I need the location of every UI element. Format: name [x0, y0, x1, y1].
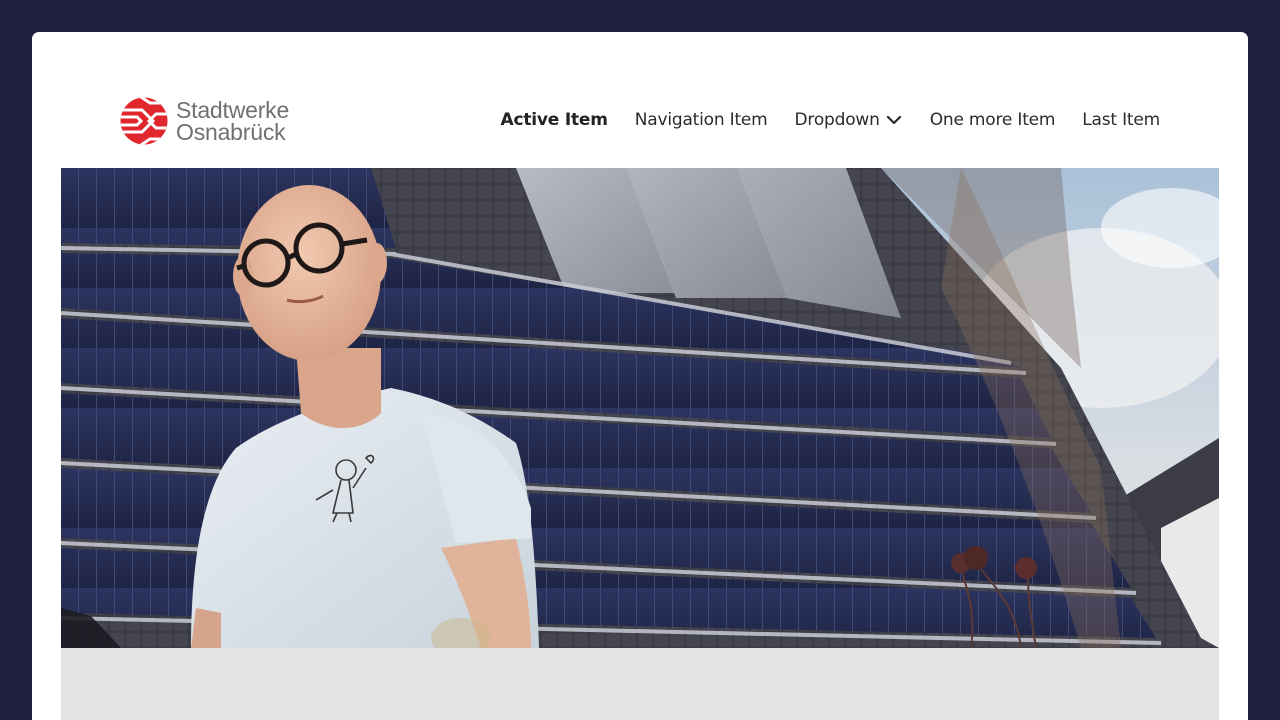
chevron-down-icon	[886, 115, 901, 125]
nav-item-navigation[interactable]: Navigation Item	[635, 110, 768, 130]
brand-name-line2: Osnabrück	[176, 119, 286, 145]
brand-name-line1: Stadtwerke	[176, 97, 290, 123]
nav-item-dropdown[interactable]: Dropdown	[795, 110, 903, 130]
nav-item-dropdown-label: Dropdown	[794, 110, 880, 130]
man-in-front-of-solar-roof-photo	[61, 168, 1219, 648]
main-navigation: Active Item Navigation Item Dropdown One…	[501, 108, 1161, 132]
stadtwerke-logo-icon	[120, 97, 168, 145]
hero-image	[61, 168, 1219, 648]
content-area	[61, 648, 1219, 720]
brand-logo-link[interactable]: Stadtwerke Osnabrück	[120, 96, 320, 146]
brand-name: Stadtwerke Osnabrück	[176, 97, 290, 145]
page-card: Stadtwerke Osnabrück Active Item Navigat…	[32, 32, 1248, 720]
nav-item-active[interactable]: Active Item	[501, 110, 608, 130]
nav-item-one-more[interactable]: One more Item	[930, 110, 1056, 130]
nav-item-last[interactable]: Last Item	[1082, 110, 1160, 130]
site-header: Stadtwerke Osnabrück Active Item Navigat…	[32, 32, 1248, 168]
